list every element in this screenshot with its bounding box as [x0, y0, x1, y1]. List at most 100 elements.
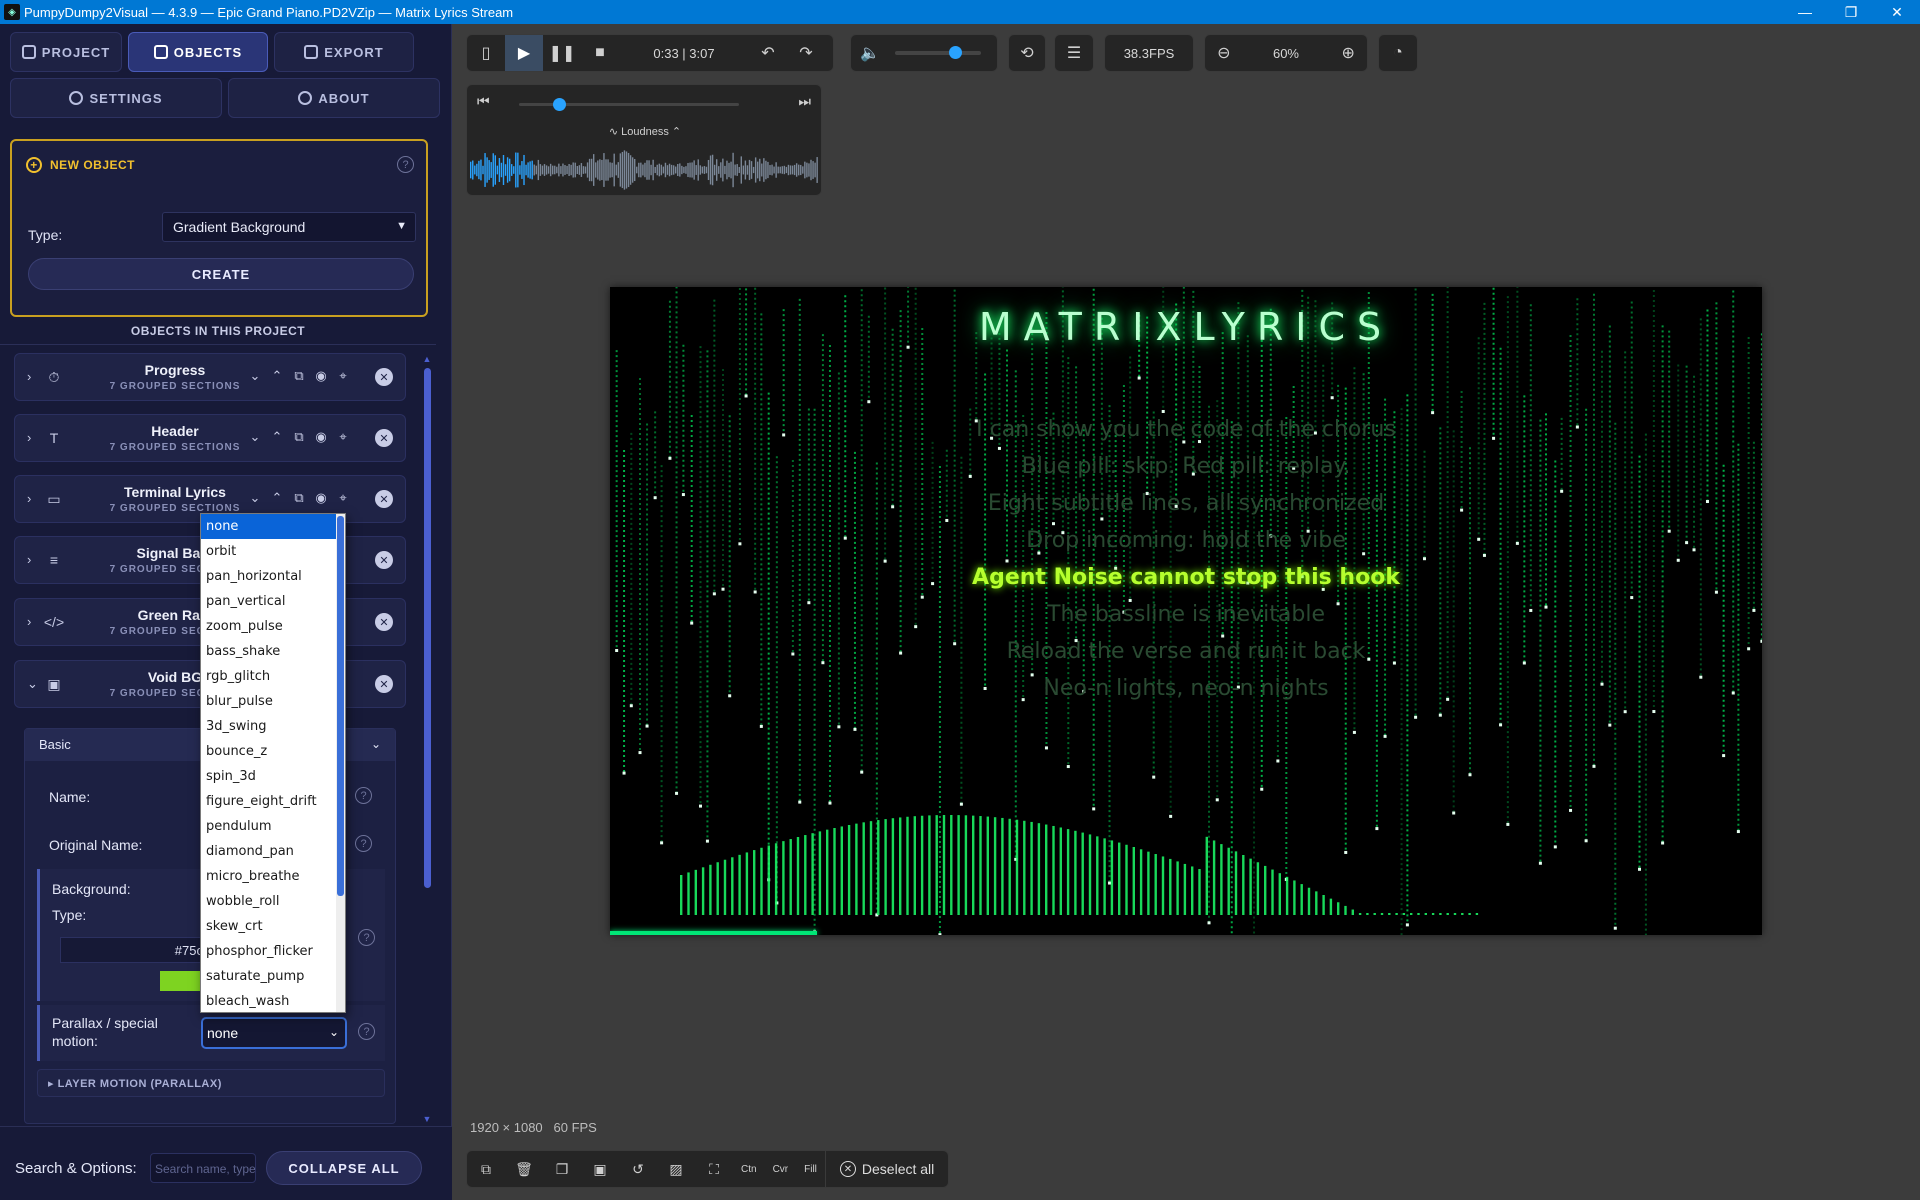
option-figure-eight-drift[interactable]: figure_eight_drift [201, 789, 345, 814]
help-icon[interactable]: ? [358, 929, 375, 946]
image-frame-icon[interactable]: ▣ [581, 1151, 619, 1187]
tab-objects[interactable]: OBJECTS [128, 32, 268, 72]
move-up-icon[interactable]: ⌃ [269, 490, 285, 506]
dropdown-scrollbar-thumb[interactable] [337, 516, 344, 896]
seek-track[interactable] [519, 98, 739, 111]
collapse-all-button[interactable]: COLLAPSE ALL [266, 1151, 422, 1185]
duplicate-layer-icon[interactable]: ⧉ [467, 1151, 505, 1187]
move-up-icon[interactable]: ⌃ [269, 429, 285, 445]
tab-project[interactable]: PROJECT [10, 32, 122, 72]
volume-slider[interactable] [895, 46, 981, 59]
move-down-icon[interactable]: ⌄ [247, 368, 263, 384]
delete-icon[interactable]: ✕ [375, 551, 393, 569]
sidebar-scrollbar[interactable]: ▲ ▼ [422, 354, 432, 1124]
skip-back-icon[interactable]: ⏮ [477, 93, 490, 110]
option-blur-pulse[interactable]: blur_pulse [201, 689, 345, 714]
undo-icon[interactable]: ↶ [749, 35, 787, 71]
create-button[interactable]: CREATE [28, 258, 414, 290]
delete-icon[interactable]: ✕ [375, 368, 393, 386]
chevron-right-icon[interactable]: › [27, 430, 31, 445]
parallax-select[interactable]: none ⌄ [201, 1017, 347, 1049]
duplicate-icon[interactable]: ⧉ [291, 429, 307, 445]
scroll-down-icon[interactable]: ▼ [422, 1114, 432, 1124]
option-pendulum[interactable]: pendulum [201, 814, 345, 839]
deselect-all-button[interactable]: ✕ Deselect all [824, 1151, 948, 1187]
option-none[interactable]: none [201, 514, 345, 539]
gauge-icon[interactable]: ◔ [1379, 35, 1417, 71]
speaker-icon[interactable]: 🔈 [851, 35, 889, 71]
option-micro-breathe[interactable]: micro_breathe [201, 864, 345, 889]
delete-icon[interactable]: ✕ [375, 675, 393, 693]
tab-about[interactable]: ABOUT [228, 78, 440, 118]
help-icon[interactable]: ? [358, 1023, 375, 1040]
cover-button[interactable]: Cvr [765, 1164, 797, 1175]
option-orbit[interactable]: orbit [201, 539, 345, 564]
fullscreen-icon[interactable]: ⛶ [695, 1151, 733, 1187]
eye-icon[interactable]: ◉ [313, 490, 329, 506]
chevron-right-icon[interactable]: › [27, 614, 31, 629]
tab-settings[interactable]: SETTINGS [10, 78, 222, 118]
option-bounce-z[interactable]: bounce_z [201, 739, 345, 764]
tab-export[interactable]: EXPORT [274, 32, 414, 72]
help-icon[interactable]: ? [355, 787, 372, 804]
skip-forward-icon[interactable]: ⏭ [798, 93, 811, 110]
center-button[interactable]: Ctn [733, 1164, 765, 1175]
picture-icon[interactable]: ▨ [657, 1151, 695, 1187]
fill-button[interactable]: Fill [796, 1164, 825, 1175]
option-bleach-wash[interactable]: bleach_wash [201, 989, 345, 1012]
sliders-icon[interactable]: ☰ [1055, 35, 1093, 71]
delete-icon[interactable]: ✕ [375, 490, 393, 508]
crosshair-icon[interactable]: ⌖ [335, 429, 351, 445]
option-diamond-pan[interactable]: diamond_pan [201, 839, 345, 864]
sidebar-toggle-icon[interactable]: ▯ [467, 35, 505, 71]
parallax-options-list[interactable]: none orbit pan_horizontal pan_vertical zoom_… [200, 513, 346, 1013]
option-rgb-glitch[interactable]: rgb_glitch [201, 664, 345, 689]
seek-knob[interactable] [552, 98, 566, 111]
waveform[interactable] [468, 145, 822, 195]
object-type-select[interactable]: Gradient Background ▼ [162, 212, 416, 242]
pause-icon[interactable]: ❚❚ [543, 35, 581, 71]
option-saturate-pump[interactable]: saturate_pump [201, 964, 345, 989]
option-skew-crt[interactable]: skew_crt [201, 914, 345, 939]
restore-icon[interactable]: ❐ [1828, 0, 1874, 24]
duplicate-icon[interactable]: ⧉ [291, 490, 307, 506]
zoom-out-icon[interactable]: ⊖ [1205, 35, 1243, 71]
stop-icon[interactable]: ■ [581, 35, 619, 71]
background-color-input[interactable]: #75c [60, 937, 210, 963]
option-wobble-roll[interactable]: wobble_roll [201, 889, 345, 914]
copy-icon[interactable]: ❐ [543, 1151, 581, 1187]
zoom-in-icon[interactable]: ⊕ [1329, 35, 1367, 71]
close-icon[interactable]: ✕ [1874, 0, 1920, 24]
loop-icon[interactable]: ⟲ [1009, 35, 1045, 71]
option-zoom-pulse[interactable]: zoom_pulse [201, 614, 345, 639]
scroll-up-icon[interactable]: ▲ [422, 354, 432, 364]
trash-icon[interactable]: 🗑 [505, 1151, 543, 1187]
volume-knob[interactable] [949, 46, 963, 59]
delete-icon[interactable]: ✕ [375, 429, 393, 447]
minimize-icon[interactable]: — [1782, 0, 1828, 24]
object-row-progress[interactable]: › ⏱ Progress 7 GROUPED SECTIONS ⌄ ⌃ ⧉ ◉ ⌖ ✕ [14, 353, 406, 401]
delete-icon[interactable]: ✕ [375, 613, 393, 631]
eye-icon[interactable]: ◉ [313, 368, 329, 384]
layer-motion-section[interactable]: ▸ LAYER MOTION (PARALLAX) [37, 1069, 385, 1097]
move-down-icon[interactable]: ⌄ [247, 429, 263, 445]
option-phosphor-flicker[interactable]: phosphor_flicker [201, 939, 345, 964]
dropdown-scrollbar[interactable] [336, 514, 345, 1012]
move-down-icon[interactable]: ⌄ [247, 490, 263, 506]
reset-icon[interactable]: ↺ [619, 1151, 657, 1187]
chevron-right-icon[interactable]: › [27, 491, 31, 506]
crosshair-icon[interactable]: ⌖ [335, 368, 351, 384]
option-bass-shake[interactable]: bass_shake [201, 639, 345, 664]
crosshair-icon[interactable]: ⌖ [335, 490, 351, 506]
help-icon[interactable]: ? [355, 835, 372, 852]
option-pan-horizontal[interactable]: pan_horizontal [201, 564, 345, 589]
help-icon[interactable]: ? [397, 156, 414, 173]
duplicate-icon[interactable]: ⧉ [291, 368, 307, 384]
eye-icon[interactable]: ◉ [313, 429, 329, 445]
move-up-icon[interactable]: ⌃ [269, 368, 285, 384]
object-row-header[interactable]: › T Header 7 GROUPED SECTIONS ⌄ ⌃ ⧉ ◉ ⌖ ✕ [14, 414, 406, 462]
redo-icon[interactable]: ↷ [787, 35, 825, 71]
chevron-down-icon[interactable]: ⌄ [27, 676, 38, 692]
option-pan-vertical[interactable]: pan_vertical [201, 589, 345, 614]
search-input[interactable]: Search name, type... [150, 1153, 256, 1183]
